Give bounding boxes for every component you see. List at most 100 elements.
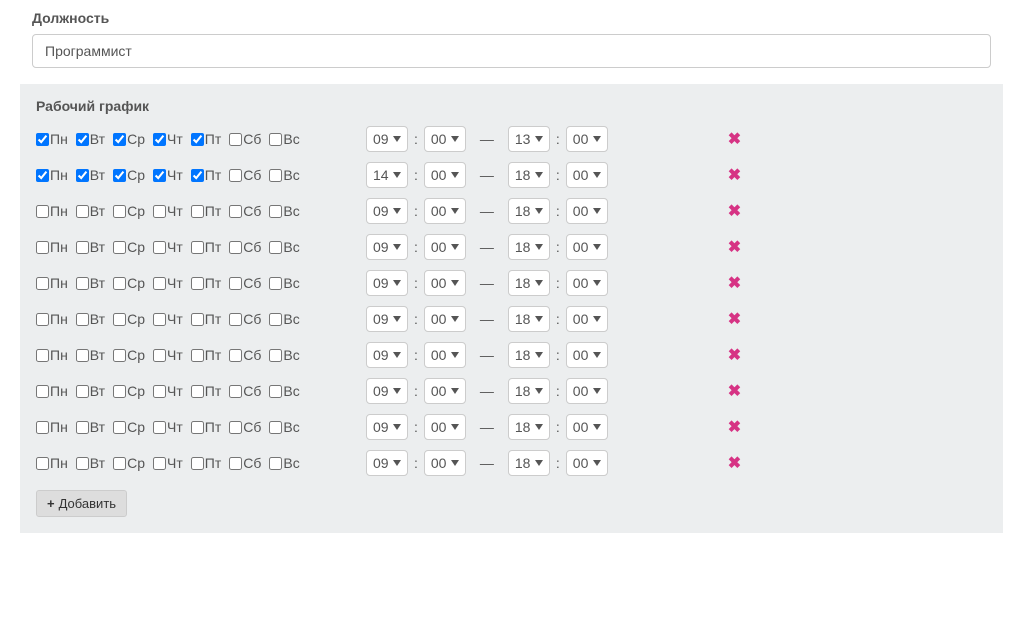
end-hour-select[interactable]: 18 <box>508 234 550 260</box>
end-hour-select[interactable]: 13 <box>508 126 550 152</box>
day-checkbox[interactable] <box>269 205 282 218</box>
day-label[interactable]: Ср <box>127 239 145 255</box>
day-label[interactable]: Пт <box>205 455 221 471</box>
day-label[interactable]: Сб <box>243 167 261 183</box>
day-checkbox[interactable] <box>229 169 242 182</box>
day-checkbox[interactable] <box>191 133 204 146</box>
day-checkbox[interactable] <box>76 313 89 326</box>
end-hour-select[interactable]: 18 <box>508 306 550 332</box>
day-label[interactable]: Ср <box>127 167 145 183</box>
day-checkbox[interactable] <box>76 457 89 470</box>
start-hour-select[interactable]: 14 <box>366 162 408 188</box>
day-label[interactable]: Сб <box>243 275 261 291</box>
day-label[interactable]: Пн <box>50 275 68 291</box>
day-checkbox[interactable] <box>153 385 166 398</box>
day-checkbox[interactable] <box>229 349 242 362</box>
day-label[interactable]: Сб <box>243 131 261 147</box>
delete-row-button[interactable]: ✖ <box>728 273 741 293</box>
day-label[interactable]: Вс <box>283 311 299 327</box>
day-label[interactable]: Вт <box>90 131 105 147</box>
day-label[interactable]: Ср <box>127 383 145 399</box>
delete-row-button[interactable]: ✖ <box>728 201 741 221</box>
day-checkbox[interactable] <box>36 169 49 182</box>
day-label[interactable]: Чт <box>167 275 183 291</box>
day-label[interactable]: Пт <box>205 311 221 327</box>
day-checkbox[interactable] <box>113 133 126 146</box>
day-checkbox[interactable] <box>113 277 126 290</box>
day-label[interactable]: Вт <box>90 167 105 183</box>
day-label[interactable]: Вт <box>90 311 105 327</box>
day-checkbox[interactable] <box>153 277 166 290</box>
day-label[interactable]: Пн <box>50 455 68 471</box>
day-label[interactable]: Чт <box>167 239 183 255</box>
day-checkbox[interactable] <box>191 241 204 254</box>
day-label[interactable]: Пн <box>50 167 68 183</box>
start-hour-select[interactable]: 09 <box>366 414 408 440</box>
day-checkbox[interactable] <box>269 133 282 146</box>
day-label[interactable]: Ср <box>127 275 145 291</box>
day-label[interactable]: Пн <box>50 347 68 363</box>
day-checkbox[interactable] <box>113 169 126 182</box>
day-checkbox[interactable] <box>76 421 89 434</box>
day-label[interactable]: Чт <box>167 203 183 219</box>
end-minute-select[interactable]: 00 <box>566 414 608 440</box>
day-checkbox[interactable] <box>269 349 282 362</box>
day-checkbox[interactable] <box>229 133 242 146</box>
start-minute-select[interactable]: 00 <box>424 450 466 476</box>
day-checkbox[interactable] <box>269 241 282 254</box>
day-label[interactable]: Ср <box>127 347 145 363</box>
start-minute-select[interactable]: 00 <box>424 342 466 368</box>
day-label[interactable]: Вс <box>283 455 299 471</box>
day-label[interactable]: Пн <box>50 131 68 147</box>
day-checkbox[interactable] <box>113 313 126 326</box>
day-checkbox[interactable] <box>269 169 282 182</box>
start-hour-select[interactable]: 09 <box>366 234 408 260</box>
day-checkbox[interactable] <box>113 241 126 254</box>
day-checkbox[interactable] <box>113 205 126 218</box>
delete-row-button[interactable]: ✖ <box>728 129 741 149</box>
day-label[interactable]: Пн <box>50 383 68 399</box>
day-checkbox[interactable] <box>76 241 89 254</box>
day-label[interactable]: Вс <box>283 239 299 255</box>
day-checkbox[interactable] <box>36 385 49 398</box>
day-label[interactable]: Сб <box>243 203 261 219</box>
day-checkbox[interactable] <box>191 457 204 470</box>
day-label[interactable]: Вс <box>283 203 299 219</box>
day-label[interactable]: Ср <box>127 203 145 219</box>
day-checkbox[interactable] <box>113 421 126 434</box>
end-minute-select[interactable]: 00 <box>566 306 608 332</box>
day-checkbox[interactable] <box>191 169 204 182</box>
day-label[interactable]: Сб <box>243 311 261 327</box>
day-checkbox[interactable] <box>153 169 166 182</box>
day-label[interactable]: Пт <box>205 131 221 147</box>
day-label[interactable]: Вт <box>90 203 105 219</box>
start-minute-select[interactable]: 00 <box>424 270 466 296</box>
start-hour-select[interactable]: 09 <box>366 306 408 332</box>
day-checkbox[interactable] <box>36 277 49 290</box>
day-checkbox[interactable] <box>153 421 166 434</box>
day-checkbox[interactable] <box>191 277 204 290</box>
delete-row-button[interactable]: ✖ <box>728 165 741 185</box>
day-checkbox[interactable] <box>76 169 89 182</box>
end-minute-select[interactable]: 00 <box>566 198 608 224</box>
start-hour-select[interactable]: 09 <box>366 450 408 476</box>
day-checkbox[interactable] <box>36 133 49 146</box>
day-checkbox[interactable] <box>76 205 89 218</box>
day-checkbox[interactable] <box>153 313 166 326</box>
start-hour-select[interactable]: 09 <box>366 270 408 296</box>
day-checkbox[interactable] <box>113 385 126 398</box>
start-minute-select[interactable]: 00 <box>424 198 466 224</box>
day-label[interactable]: Вт <box>90 239 105 255</box>
end-minute-select[interactable]: 00 <box>566 234 608 260</box>
day-checkbox[interactable] <box>269 277 282 290</box>
day-checkbox[interactable] <box>269 421 282 434</box>
day-checkbox[interactable] <box>153 457 166 470</box>
delete-row-button[interactable]: ✖ <box>728 309 741 329</box>
day-checkbox[interactable] <box>76 385 89 398</box>
end-hour-select[interactable]: 18 <box>508 162 550 188</box>
start-minute-select[interactable]: 00 <box>424 306 466 332</box>
day-label[interactable]: Вс <box>283 347 299 363</box>
delete-row-button[interactable]: ✖ <box>728 345 741 365</box>
end-hour-select[interactable]: 18 <box>508 414 550 440</box>
day-checkbox[interactable] <box>76 349 89 362</box>
